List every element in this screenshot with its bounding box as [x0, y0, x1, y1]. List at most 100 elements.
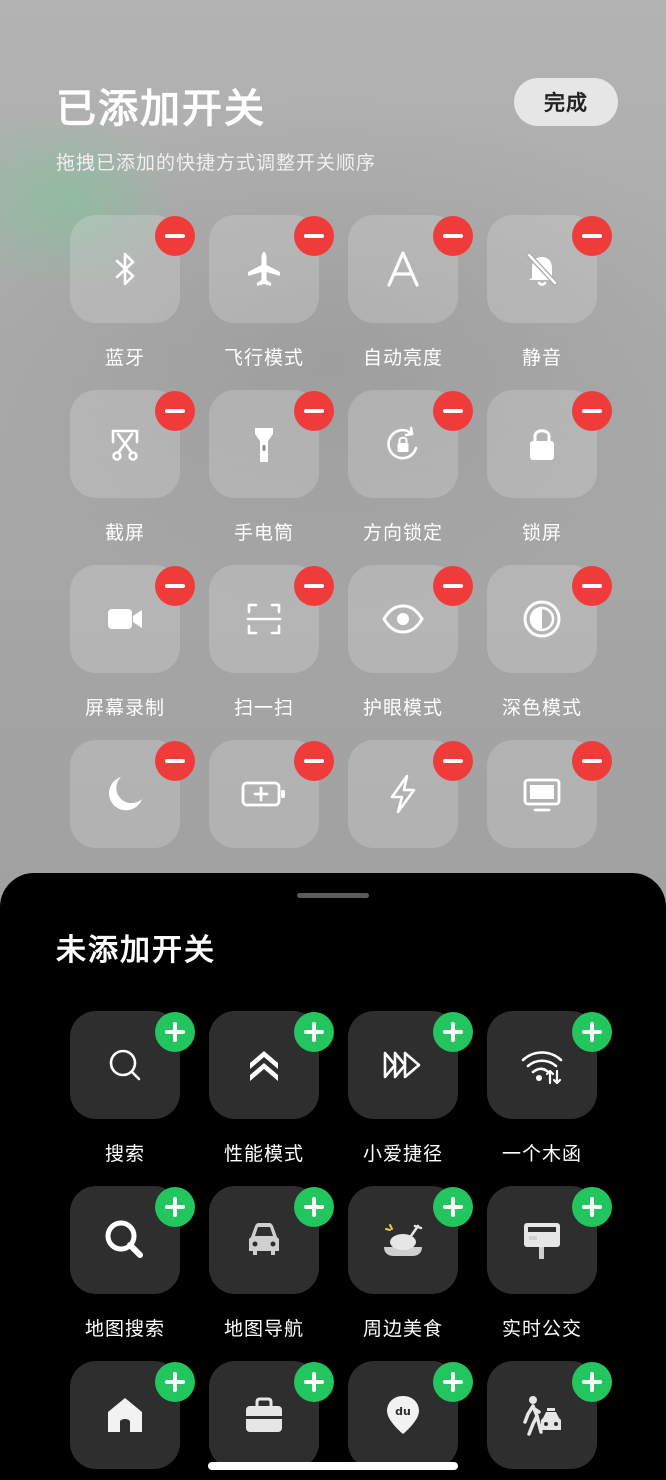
added-toggle-11[interactable]: 深色模式	[487, 565, 612, 740]
add-icon[interactable]	[572, 1362, 612, 1402]
briefcase-icon	[241, 1392, 287, 1438]
toggle-label: 蓝牙	[104, 347, 145, 369]
toggle-label: 飞行模式	[223, 347, 304, 369]
screenshot-icon	[103, 422, 147, 466]
done-button[interactable]: 完成	[514, 78, 618, 126]
unadded-toggle-1[interactable]: 性能模式	[209, 1011, 334, 1186]
home-icon	[102, 1392, 148, 1438]
flash-icon	[381, 772, 425, 816]
remove-icon[interactable]	[572, 566, 612, 606]
added-toggle-0[interactable]: 蓝牙	[70, 215, 195, 390]
header: 已添加开关 拖拽已添加的快捷方式调整开关顺序 完成	[56, 76, 618, 175]
remove-icon[interactable]	[155, 391, 195, 431]
bus-stop-icon	[519, 1217, 565, 1263]
remove-icon[interactable]	[155, 566, 195, 606]
unadded-toggle-6[interactable]: 周边美食	[348, 1186, 473, 1361]
sheet-drag-handle[interactable]	[297, 893, 369, 898]
car-icon	[241, 1217, 287, 1263]
added-toggle-8[interactable]: 屏幕录制	[70, 565, 195, 740]
lock-icon	[520, 422, 564, 466]
toggle-label: 护眼模式	[362, 697, 443, 719]
remove-icon[interactable]	[294, 216, 334, 256]
toggle-label: 手电筒	[233, 522, 294, 544]
du-location-icon: du	[380, 1392, 426, 1438]
toggle-label: 地图搜索	[84, 1318, 165, 1340]
dark-mode-icon	[520, 597, 564, 641]
toggle-label: 静音	[521, 347, 562, 369]
remove-icon[interactable]	[294, 391, 334, 431]
toggle-label: 搜索	[104, 1143, 145, 1165]
search-icon	[103, 1043, 147, 1087]
airplane-icon	[242, 247, 286, 291]
shortcut-icon	[378, 1043, 428, 1087]
unadded-toggle-4[interactable]: 地图搜索	[70, 1186, 195, 1361]
toggle-label: 小爱捷径	[362, 1143, 443, 1165]
add-icon[interactable]	[433, 1187, 473, 1227]
taxi-icon	[519, 1392, 565, 1438]
added-toggle-9[interactable]: 扫一扫	[209, 565, 334, 740]
remove-icon[interactable]	[433, 216, 473, 256]
page-subtitle: 拖拽已添加的快捷方式调整开关顺序	[56, 152, 377, 174]
add-icon[interactable]	[433, 1012, 473, 1052]
added-toggle-2[interactable]: 自动亮度	[348, 215, 473, 390]
bell-off-icon	[520, 247, 564, 291]
remove-icon[interactable]	[572, 391, 612, 431]
remove-icon[interactable]	[294, 741, 334, 781]
add-icon[interactable]	[433, 1362, 473, 1402]
toggle-label: 自动亮度	[362, 347, 443, 369]
added-toggle-3[interactable]: 静音	[487, 215, 612, 390]
toggle-label: 方向锁定	[362, 522, 443, 544]
add-icon[interactable]	[294, 1187, 334, 1227]
unadded-toggle-2[interactable]: 小爱捷径	[348, 1011, 473, 1186]
add-icon[interactable]	[294, 1012, 334, 1052]
added-toggle-5[interactable]: 手电筒	[209, 390, 334, 565]
unadded-toggle-3[interactable]: 一个木函	[487, 1011, 612, 1186]
screen-record-icon	[103, 597, 147, 641]
added-toggle-10[interactable]: 护眼模式	[348, 565, 473, 740]
toggle-label: 屏幕录制	[84, 697, 165, 719]
flashlight-icon	[242, 422, 286, 466]
wifi-data-icon	[518, 1043, 566, 1087]
sheet-title: 未添加开关	[56, 933, 216, 968]
remove-icon[interactable]	[572, 216, 612, 256]
cast-screen-icon	[520, 772, 564, 816]
remove-icon[interactable]	[155, 216, 195, 256]
map-search-icon	[102, 1217, 148, 1263]
add-icon[interactable]	[572, 1012, 612, 1052]
food-icon	[378, 1217, 428, 1263]
remove-icon[interactable]	[433, 566, 473, 606]
toggle-label: 深色模式	[501, 697, 582, 719]
added-toggle-1[interactable]: 飞行模式	[209, 215, 334, 390]
added-toggle-7[interactable]: 锁屏	[487, 390, 612, 565]
scan-icon	[242, 597, 286, 641]
eye-icon	[381, 597, 425, 641]
toggle-label: 扫一扫	[233, 697, 294, 719]
toggle-label: 一个木函	[501, 1143, 582, 1165]
remove-icon[interactable]	[572, 741, 612, 781]
remove-icon[interactable]	[433, 391, 473, 431]
unadded-toggle-5[interactable]: 地图导航	[209, 1186, 334, 1361]
add-icon[interactable]	[155, 1187, 195, 1227]
moon-icon	[103, 772, 147, 816]
toggle-label: 性能模式	[223, 1143, 304, 1165]
added-toggle-6[interactable]: 方向锁定	[348, 390, 473, 565]
add-icon[interactable]	[572, 1187, 612, 1227]
add-icon[interactable]	[294, 1362, 334, 1402]
toggle-label: 截屏	[104, 522, 145, 544]
add-icon[interactable]	[155, 1012, 195, 1052]
unadded-toggle-8[interactable]	[70, 1361, 195, 1480]
home-indicator[interactable]	[208, 1462, 458, 1470]
unadded-toggle-0[interactable]: 搜索	[70, 1011, 195, 1186]
toggle-label: 地图导航	[223, 1318, 304, 1340]
unadded-toggle-7[interactable]: 实时公交	[487, 1186, 612, 1361]
toggle-label: 周边美食	[362, 1318, 443, 1340]
remove-icon[interactable]	[294, 566, 334, 606]
unadded-sheet: 未添加开关 搜索 性能模式 小爱捷径 一个木函地图搜索 地图导航 周边美食 实时公交 du	[0, 873, 666, 1480]
auto-brightness-icon	[381, 247, 425, 291]
unadded-toggle-11[interactable]	[487, 1361, 612, 1480]
add-icon[interactable]	[155, 1362, 195, 1402]
added-toggle-4[interactable]: 截屏	[70, 390, 195, 565]
remove-icon[interactable]	[155, 741, 195, 781]
battery-saver-icon	[239, 772, 289, 816]
remove-icon[interactable]	[433, 741, 473, 781]
